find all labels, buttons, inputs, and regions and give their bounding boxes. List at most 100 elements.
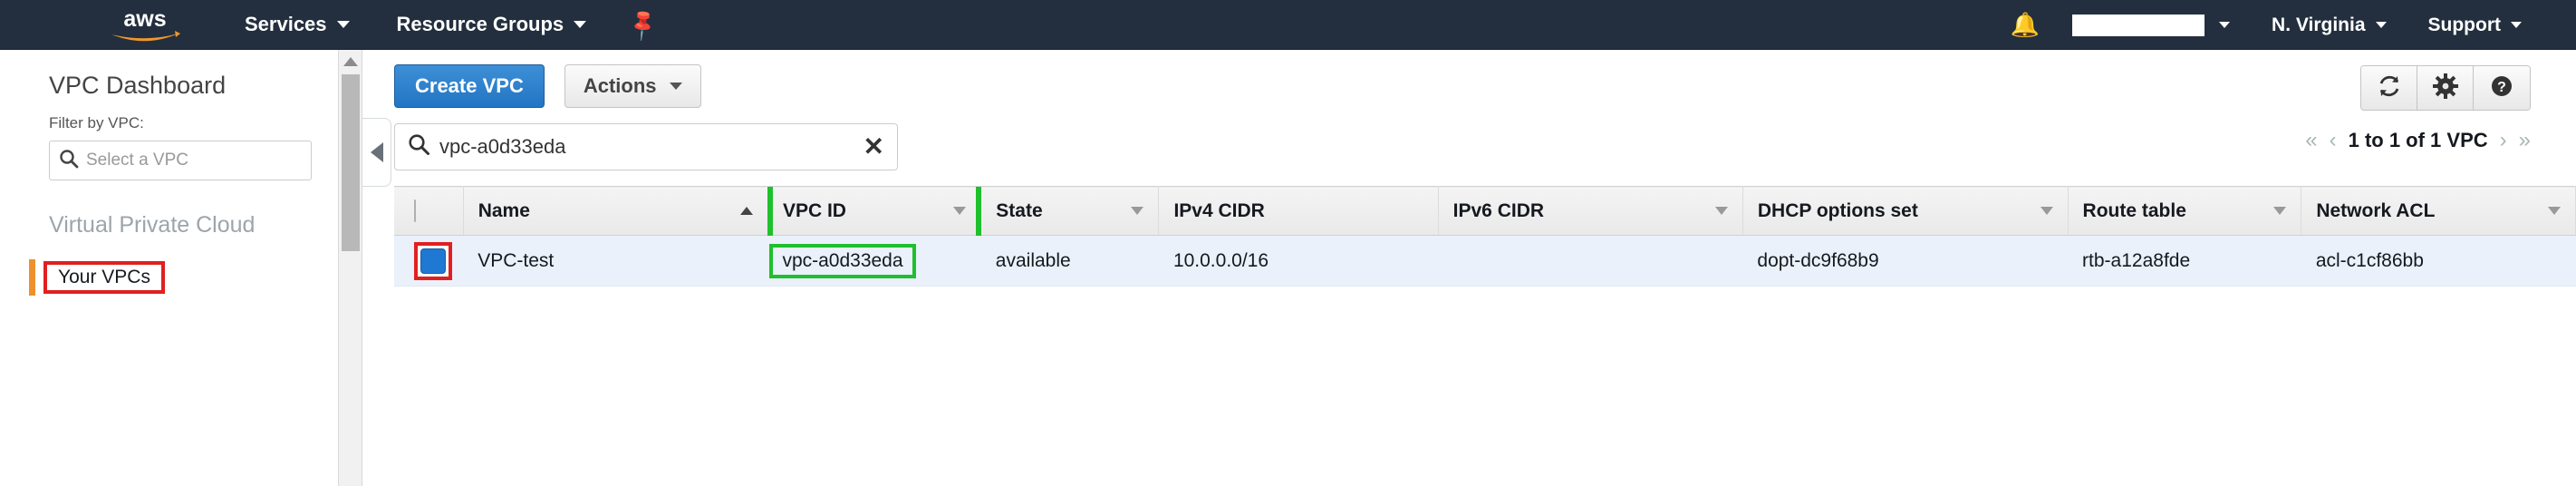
table-row[interactable]: VPC-test vpc-a0d33eda available 10.0.0.0… xyxy=(394,235,2576,287)
vpc-filter-placeholder: Select a VPC xyxy=(86,151,188,170)
nav-services[interactable]: Services xyxy=(245,13,350,36)
search-icon xyxy=(408,133,430,160)
column-label: Name xyxy=(478,199,530,221)
region-label: N. Virginia xyxy=(2272,14,2366,35)
search-input[interactable]: vpc-a0d33eda ✕ xyxy=(394,123,898,170)
cell-name: VPC-test xyxy=(463,235,768,287)
table-header-row: Name VPC ID State IPv4 CIDR IPv6 CIDR DH… xyxy=(394,186,2576,236)
row-select-cell xyxy=(394,235,464,287)
support-label: Support xyxy=(2427,14,2501,35)
sort-descending-icon xyxy=(1714,207,1728,215)
nav-services-label: Services xyxy=(245,13,327,35)
pagination: « ‹ 1 to 1 of 1 VPC › » xyxy=(2305,128,2531,153)
search-row: vpc-a0d33eda ✕ « ‹ 1 to 1 of 1 VPC › » xyxy=(394,122,2576,171)
pagination-first-button[interactable]: « xyxy=(2305,128,2317,153)
pagination-summary: 1 to 1 of 1 VPC xyxy=(2348,129,2488,151)
cell-state: available xyxy=(980,235,1159,287)
column-header-ipv4-cidr[interactable]: IPv4 CIDR xyxy=(1158,186,1439,236)
annotation-box-row-checkbox xyxy=(414,241,452,280)
top-navigation-right: 🔔 N. Virginia Support xyxy=(2011,0,2576,50)
sort-descending-icon xyxy=(2273,207,2287,215)
svg-text:aws: aws xyxy=(123,6,166,32)
cell-route-table: rtb-a12a8fde xyxy=(2068,235,2301,287)
page-body: VPC Dashboard Filter by VPC: Select a VP… xyxy=(0,50,2576,486)
search-icon xyxy=(59,149,79,173)
row-checkbox[interactable] xyxy=(420,248,446,274)
cell-vpc-id: vpc-a0d33eda xyxy=(767,235,981,287)
select-all-checkbox[interactable] xyxy=(414,199,416,222)
vpc-filter-input[interactable]: Select a VPC xyxy=(49,141,312,180)
column-header-network-acl[interactable]: Network ACL xyxy=(2301,186,2576,236)
active-indicator xyxy=(29,258,35,296)
refresh-icon xyxy=(2377,73,2402,103)
pagination-next-button[interactable]: › xyxy=(2500,128,2507,153)
annotation-box-vpc-id: vpc-a0d33eda xyxy=(769,243,916,278)
column-label: VPC ID xyxy=(782,199,846,221)
help-icon: ? xyxy=(2489,73,2514,103)
cell-network-acl: acl-c1cf86bb xyxy=(2301,235,2576,287)
toolbar: Create VPC Actions ? xyxy=(394,50,2576,111)
column-header-state[interactable]: State xyxy=(980,186,1160,236)
actions-button[interactable]: Actions xyxy=(564,63,701,108)
sort-ascending-icon xyxy=(739,207,753,215)
svg-text:?: ? xyxy=(2497,80,2506,95)
select-all-header xyxy=(394,186,464,236)
search-input-value: vpc-a0d33eda xyxy=(439,135,566,158)
cell-ipv4-cidr: 10.0.0.0/16 xyxy=(1158,235,1439,287)
sidebar: VPC Dashboard Filter by VPC: Select a VP… xyxy=(0,50,391,486)
refresh-button[interactable] xyxy=(2361,66,2417,110)
aws-logo[interactable]: aws xyxy=(104,6,186,43)
pagination-last-button[interactable]: » xyxy=(2519,128,2531,153)
nav-resource-groups-label: Resource Groups xyxy=(396,13,564,35)
scrollbar-thumb[interactable] xyxy=(341,74,360,251)
create-vpc-button[interactable]: Create VPC xyxy=(394,63,545,108)
column-header-vpc-id[interactable]: VPC ID xyxy=(767,186,982,236)
chevron-down-icon xyxy=(336,21,350,28)
help-button[interactable]: ? xyxy=(2474,66,2530,110)
column-label: Route table xyxy=(2082,199,2186,221)
cell-vpc-id-value: vpc-a0d33eda xyxy=(782,249,903,271)
column-label: State xyxy=(996,199,1043,221)
main-content: Create VPC Actions ? vpc-a0d33eda ✕ « ‹ … xyxy=(362,50,2576,486)
column-label: IPv6 CIDR xyxy=(1452,199,1545,221)
settings-button[interactable] xyxy=(2417,66,2474,110)
chevron-down-icon xyxy=(669,82,682,90)
page-title: VPC Dashboard xyxy=(49,72,227,99)
sort-descending-icon xyxy=(1131,207,1144,215)
top-navigation-bar: aws Services Resource Groups 📌 🔔 N. Virg… xyxy=(0,0,2576,50)
highlight-border-left xyxy=(767,187,773,236)
bell-icon[interactable]: 🔔 xyxy=(2011,11,2040,39)
pin-icon[interactable]: 📌 xyxy=(624,5,662,43)
chevron-down-icon xyxy=(2375,22,2387,28)
support-menu[interactable]: Support xyxy=(2428,15,2522,36)
column-label: IPv4 CIDR xyxy=(1173,199,1265,221)
column-header-route-table[interactable]: Route table xyxy=(2068,186,2302,236)
chevron-down-icon xyxy=(2511,22,2522,28)
sort-descending-icon xyxy=(2040,207,2053,215)
column-header-name[interactable]: Name xyxy=(463,186,768,236)
scroll-up-icon[interactable] xyxy=(343,57,358,66)
sidebar-scrollbar[interactable] xyxy=(338,50,362,486)
nav-resource-groups[interactable]: Resource Groups xyxy=(397,13,587,36)
region-selector[interactable]: N. Virginia xyxy=(2272,14,2387,36)
pagination-prev-button[interactable]: ‹ xyxy=(2330,128,2337,153)
toolbar-icon-group: ? xyxy=(2360,65,2531,111)
close-icon[interactable]: ✕ xyxy=(863,134,884,160)
column-label: Network ACL xyxy=(2316,199,2436,221)
cell-ipv6-cidr xyxy=(1438,235,1743,287)
vpc-table: Name VPC ID State IPv4 CIDR IPv6 CIDR DH… xyxy=(394,186,2576,287)
sidebar-section-title: Virtual Private Cloud xyxy=(49,212,256,238)
chevron-down-icon[interactable] xyxy=(2219,22,2231,28)
annotation-box-your-vpcs: Your VPCs xyxy=(43,260,165,294)
sidebar-collapse-toggle[interactable] xyxy=(362,118,391,187)
column-label: DHCP options set xyxy=(1757,199,1918,221)
account-menu-value[interactable] xyxy=(2072,14,2205,36)
sidebar-item-label: Your VPCs xyxy=(58,266,150,287)
sort-descending-icon xyxy=(2548,207,2561,215)
chevron-down-icon xyxy=(574,21,587,28)
cell-dhcp-options-set: dopt-dc9f68b9 xyxy=(1742,235,2069,287)
sidebar-item-your-vpcs[interactable]: Your VPCs xyxy=(0,258,362,296)
column-header-dhcp-options-set[interactable]: DHCP options set xyxy=(1742,186,2069,236)
chevron-left-icon xyxy=(370,142,383,162)
column-header-ipv6-cidr[interactable]: IPv6 CIDR xyxy=(1438,186,1743,236)
